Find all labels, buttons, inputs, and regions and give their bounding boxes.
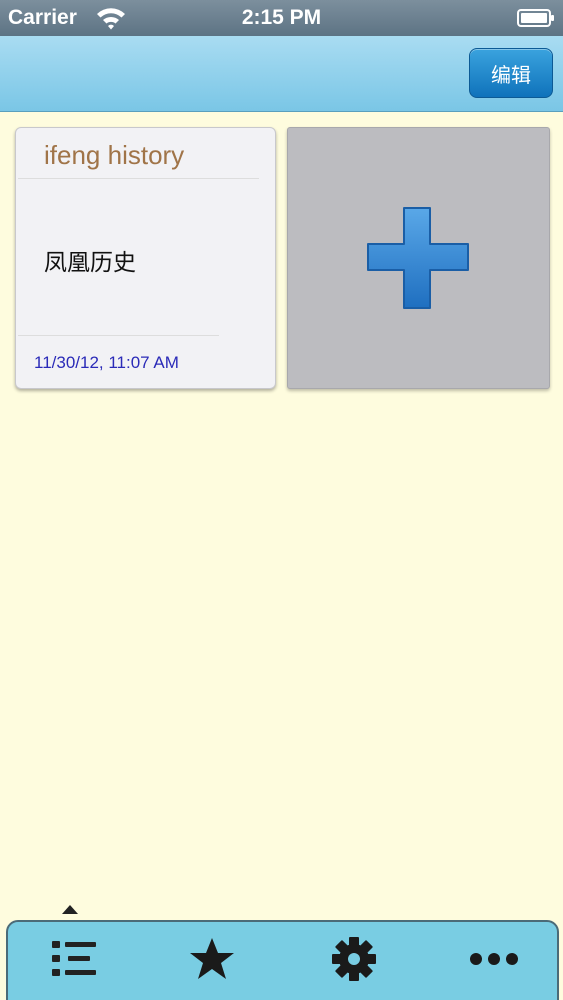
note-date: 11/30/12, 11:07 AM bbox=[34, 353, 179, 372]
note-divider bbox=[18, 178, 259, 179]
edit-button[interactable]: 编辑 bbox=[469, 48, 553, 98]
more-icon bbox=[469, 951, 519, 972]
plus-icon bbox=[366, 206, 470, 315]
note-title: ifeng history bbox=[44, 140, 185, 170]
tab-bar bbox=[6, 920, 559, 1000]
gear-icon bbox=[330, 935, 378, 988]
status-time: 2:15 PM bbox=[241, 6, 322, 29]
add-note-button[interactable] bbox=[287, 127, 550, 389]
tab-list[interactable] bbox=[44, 936, 104, 986]
app-screen: Carrier 2:15 PM 编辑 ifeng history 凤凰历史 11… bbox=[0, 0, 563, 1000]
tab-settings[interactable] bbox=[324, 936, 384, 986]
list-icon bbox=[50, 938, 98, 985]
note-body: 凤凰历史 bbox=[44, 249, 136, 275]
tab-favorites[interactable] bbox=[182, 936, 242, 986]
navigation-bar: 编辑 bbox=[0, 36, 563, 112]
tab-more[interactable] bbox=[464, 936, 524, 986]
note-divider bbox=[18, 335, 219, 336]
note-card[interactable]: ifeng history 凤凰历史 11/30/12, 11:07 AM bbox=[15, 127, 276, 389]
selected-tab-indicator bbox=[61, 902, 79, 920]
battery-icon bbox=[517, 9, 555, 33]
status-bar: Carrier 2:15 PM bbox=[0, 0, 563, 36]
star-icon bbox=[188, 936, 236, 987]
